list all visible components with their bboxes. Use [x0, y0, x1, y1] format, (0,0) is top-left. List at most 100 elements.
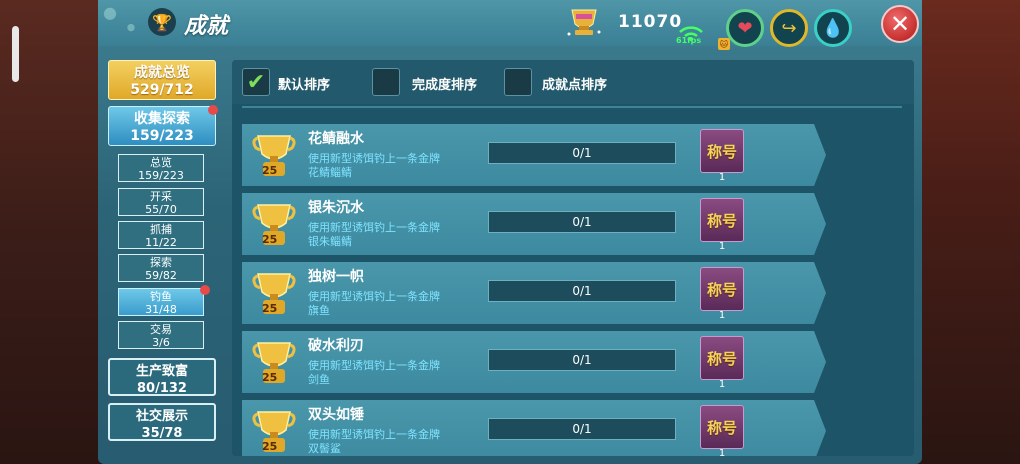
category-social[interactable]: 社交展示 35/78 [108, 403, 216, 441]
achievement-points: 25 [262, 164, 278, 177]
panel-header: 🏆 成就 11070 61fps ❤ 🐱 ↪ 💧 ✕ [98, 0, 922, 50]
achievement-desc-line: 使用新型诱饵钓上一条金牌 [308, 152, 440, 165]
category-production-label: 生产致富 [135, 364, 188, 379]
category-summary-label: 成就总览 [134, 65, 190, 81]
subcategory-label: 交易 [150, 323, 172, 336]
achievement-points: 25 [262, 233, 278, 246]
achievement-row[interactable]: 25 双头如锤 使用新型诱饵钓上一条金牌 双髻鲨 0/1 称号 1 [242, 400, 826, 456]
achievement-progress: 0/1 [488, 211, 676, 233]
side-handle[interactable] [12, 26, 19, 82]
water-button[interactable]: 💧 [814, 9, 852, 47]
category-production-count: 80/132 [137, 381, 187, 396]
reward-count: 1 [718, 448, 726, 456]
sort-completion-label: 完成度排序 [412, 78, 478, 93]
notification-dot [208, 105, 218, 115]
category-collect-label: 收集探索 [134, 111, 190, 127]
achievement-desc-line: 使用新型诱饵钓上一条金牌 [308, 359, 440, 372]
subcategory-count: 31/48 [145, 303, 177, 316]
achievement-description: 使用新型诱饵钓上一条金牌 双髻鲨 [308, 428, 440, 456]
achievement-progress: 0/1 [488, 349, 676, 371]
subcategory-label: 探索 [150, 256, 172, 269]
sort-points-checkbox[interactable] [504, 68, 532, 96]
achievement-description: 使用新型诱饵钓上一条金牌 花鲭鲻鲭 [308, 152, 440, 180]
achievement-row[interactable]: 25 破水利刃 使用新型诱饵钓上一条金牌 剑鱼 0/1 称号 1 [242, 331, 826, 393]
reward-label: 称号 [706, 418, 737, 437]
sort-completion-checkbox[interactable] [372, 68, 400, 96]
subcategory-label: 开采 [150, 190, 172, 203]
reward-title-icon[interactable]: 称号 [700, 336, 744, 380]
subcategory-trade[interactable]: 交易 3/6 [118, 321, 204, 349]
cat-badge-icon: 🐱 [718, 38, 730, 50]
achievement-description: 使用新型诱饵钓上一条金牌 剑鱼 [308, 359, 440, 387]
category-collect-explore[interactable]: 收集探索 159/223 [108, 106, 216, 146]
sort-bar: ✔ 默认排序 完成度排序 成就点排序 [232, 60, 914, 104]
sort-default-checkbox[interactable]: ✔ [242, 68, 270, 96]
achievement-desc-line: 使用新型诱饵钓上一条金牌 [308, 221, 440, 234]
achievement-panel: 🏆 成就 11070 61fps ❤ 🐱 ↪ 💧 ✕ 成就总览 529/712 … [98, 0, 922, 464]
achievement-row[interactable]: 25 独树一帜 使用新型诱饵钓上一条金牌 旗鱼 0/1 称号 1 [242, 262, 826, 324]
achievement-progress: 0/1 [488, 280, 676, 302]
achievement-description: 使用新型诱饵钓上一条金牌 旗鱼 [308, 290, 440, 318]
achievement-points: 25 [262, 371, 278, 384]
achievement-row[interactable]: 25 银朱沉水 使用新型诱饵钓上一条金牌 银朱鲻鲭 0/1 称号 1 [242, 193, 826, 255]
reward-title-icon[interactable]: 称号 [700, 267, 744, 311]
subcategory-overview[interactable]: 总览 159/223 [118, 154, 204, 182]
category-summary[interactable]: 成就总览 529/712 [108, 60, 216, 100]
achievement-cup-icon [567, 9, 601, 36]
subcategory-explore[interactable]: 探索 59/82 [118, 254, 204, 282]
achievement-points: 25 [262, 440, 278, 453]
achievement-fish-name: 银朱鲻鲭 [308, 235, 352, 248]
trophy-icon: 🏆 [148, 8, 176, 36]
subcategory-label: 钓鱼 [150, 290, 172, 303]
exchange-button[interactable]: ↪ [770, 9, 808, 47]
checkmark-icon: ✔ [246, 69, 266, 95]
subcategory-fishing[interactable]: 钓鱼 31/48 [118, 288, 204, 316]
subcategory-capture[interactable]: 抓捕 11/22 [118, 221, 204, 249]
achievement-desc-line: 使用新型诱饵钓上一条金牌 [308, 428, 440, 441]
achievement-title: 独树一帜 [308, 269, 364, 285]
sort-default-label: 默认排序 [278, 78, 331, 93]
reward-title-icon[interactable]: 称号 [700, 405, 744, 449]
swap-arrow-icon: ↪ [781, 17, 797, 39]
achievement-points: 25 [262, 302, 278, 315]
sort-points-label: 成就点排序 [542, 78, 608, 93]
achievement-title: 银朱沉水 [308, 200, 364, 216]
subcategory-label: 抓捕 [150, 223, 172, 236]
category-social-count: 35/78 [141, 426, 183, 441]
achievement-title: 花鲭融水 [308, 131, 364, 147]
subcategory-mining[interactable]: 开采 55/70 [118, 188, 204, 216]
achievement-fish-name: 旗鱼 [308, 304, 330, 317]
reward-label: 称号 [706, 142, 737, 161]
subcategory-count: 159/223 [138, 169, 184, 182]
achievement-progress: 0/1 [488, 418, 676, 440]
category-production[interactable]: 生产致富 80/132 [108, 358, 216, 396]
subcategory-count: 55/70 [145, 203, 177, 216]
category-collect-count: 159/223 [130, 128, 194, 144]
list-divider [242, 106, 902, 108]
achievement-points-value: 11070 [618, 12, 683, 32]
subcategory-count: 3/6 [152, 336, 170, 349]
reward-count: 1 [718, 379, 726, 390]
reward-count: 1 [718, 172, 726, 183]
water-drop-icon: 💧 [821, 17, 845, 39]
reward-title-icon[interactable]: 称号 [700, 198, 744, 242]
background-right [920, 0, 1020, 464]
achievement-title: 双头如锤 [308, 407, 364, 423]
subcategory-label: 总览 [150, 156, 172, 169]
close-button[interactable]: ✕ [881, 5, 919, 43]
close-icon: ✕ [889, 10, 911, 38]
reward-count: 1 [718, 241, 726, 252]
achievement-fish-name: 花鲭鲻鲭 [308, 166, 352, 179]
reward-label: 称号 [706, 211, 737, 230]
reward-label: 称号 [706, 349, 737, 368]
health-button[interactable]: ❤ [726, 9, 764, 47]
category-social-label: 社交展示 [135, 409, 188, 424]
reward-title-icon[interactable]: 称号 [700, 129, 744, 173]
achievement-fish-name: 双髻鲨 [308, 442, 341, 455]
achievement-title: 破水利刃 [308, 338, 364, 354]
notification-dot [200, 285, 210, 295]
reward-count: 1 [718, 310, 726, 321]
achievement-description: 使用新型诱饵钓上一条金牌 银朱鲻鲭 [308, 221, 440, 249]
fps-readout: 61fps [676, 36, 702, 45]
achievement-row[interactable]: 25 花鲭融水 使用新型诱饵钓上一条金牌 花鲭鲻鲭 0/1 称号 1 [242, 124, 826, 186]
